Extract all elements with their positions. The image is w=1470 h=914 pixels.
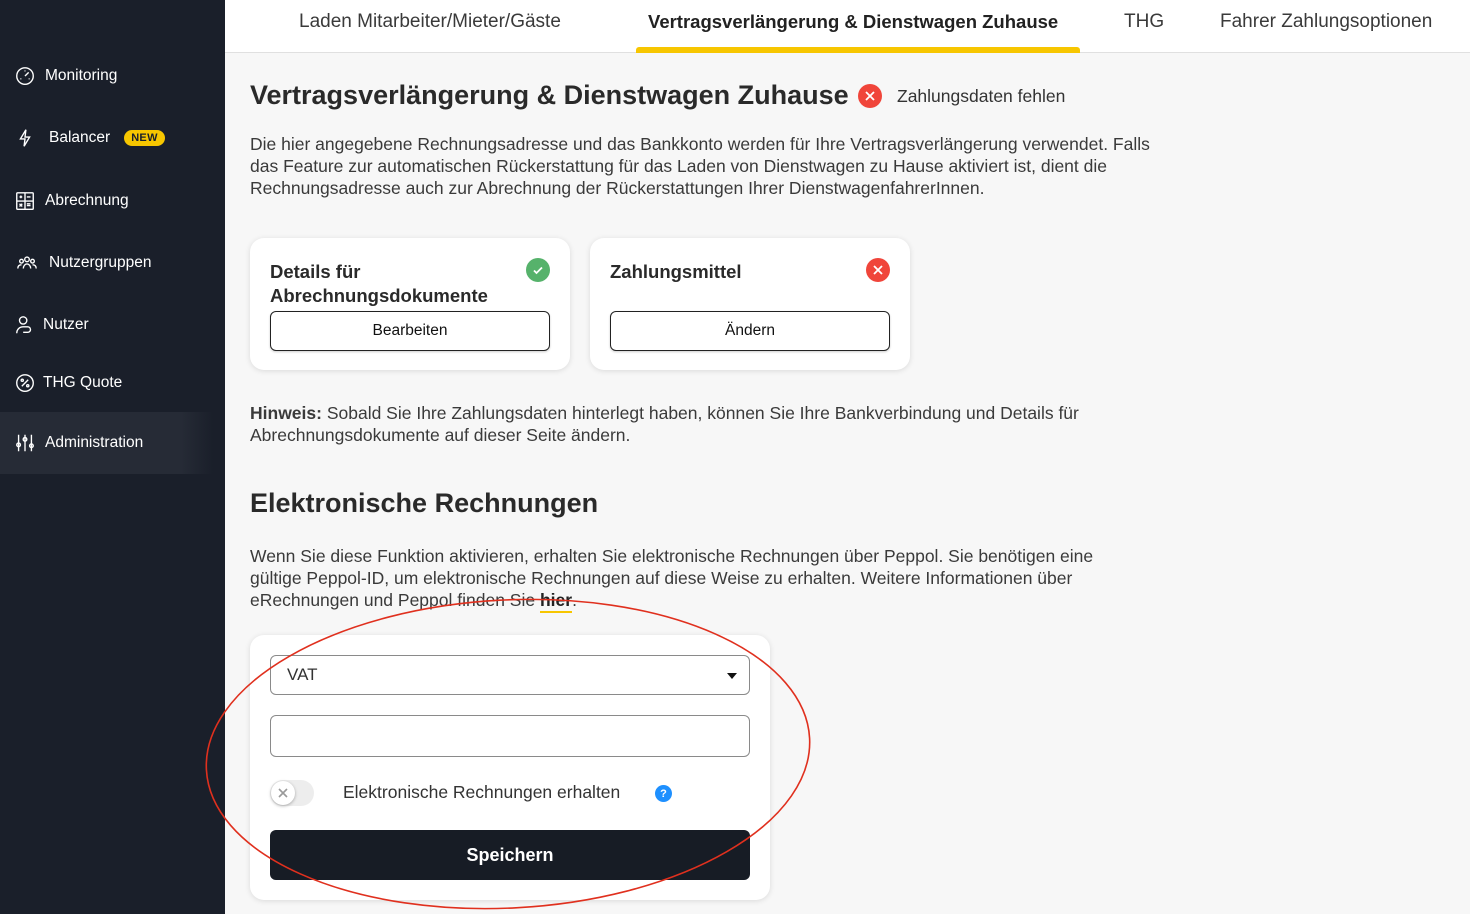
bolt-icon bbox=[13, 126, 37, 150]
sidebar-item-administration[interactable]: Administration bbox=[0, 412, 213, 474]
edit-button[interactable]: Bearbeiten bbox=[270, 311, 550, 351]
sidebar-item-label: Abrechnung bbox=[45, 192, 129, 209]
help-icon[interactable]: ? bbox=[655, 785, 672, 802]
check-icon bbox=[526, 258, 550, 282]
sidebar-item-label: Nutzer bbox=[43, 316, 89, 333]
hint-body: Sobald Sie Ihre Zahlungsdaten hinterlegt… bbox=[250, 403, 1079, 445]
payment-status: Zahlungsdaten fehlen bbox=[858, 84, 1065, 108]
hint-label: Hinweis: bbox=[250, 403, 322, 423]
calculator-icon bbox=[13, 189, 37, 213]
user-icon bbox=[13, 313, 37, 337]
einvoice-desc-end: . bbox=[572, 590, 577, 610]
new-badge: NEW bbox=[124, 130, 165, 146]
tab-fahrer-zahlungsoptionen[interactable]: Fahrer Zahlungsoptionen bbox=[1220, 0, 1432, 53]
gauge-icon bbox=[13, 64, 37, 88]
toggle-off-icon bbox=[271, 781, 295, 805]
einvoice-card: VAT Elektronische Rechnungen erhalten ? … bbox=[250, 635, 770, 900]
card-title: Details für Abrechnungsdokumente bbox=[270, 261, 488, 306]
einvoice-description: Wenn Sie diese Funktion aktivieren, erha… bbox=[250, 545, 1130, 613]
card-title: Zahlungsmittel bbox=[610, 261, 742, 282]
caret-down-icon bbox=[727, 673, 737, 679]
einvoice-title: Elektronische Rechnungen bbox=[250, 488, 599, 518]
tab-bar: Laden Mitarbeiter/Mieter/Gäste Vertragsv… bbox=[225, 0, 1470, 53]
sidebar-item-nutzer[interactable]: Nutzer bbox=[0, 296, 225, 354]
sidebar-item-label: Balancer bbox=[49, 129, 111, 146]
tab-thg[interactable]: THG bbox=[1124, 0, 1164, 53]
status-text: Zahlungsdaten fehlen bbox=[897, 85, 1066, 106]
sidebar-item-label: Nutzergruppen bbox=[49, 254, 152, 271]
tab-vertragsverlaengerung[interactable]: Vertragsverlängerung & Dienstwagen Zuhau… bbox=[648, 0, 1058, 53]
percent-icon bbox=[13, 371, 37, 395]
intro-text: Die hier angegebene Rechnungsadresse und… bbox=[250, 134, 1150, 198]
sidebar-item-label: Administration bbox=[45, 434, 144, 451]
toggle-label: Elektronische Rechnungen erhalten bbox=[343, 782, 621, 802]
change-button[interactable]: Ändern bbox=[610, 311, 890, 351]
hint-text: Hinweis: Sobald Sie Ihre Zahlungsdaten h… bbox=[250, 402, 1110, 446]
group-icon bbox=[15, 251, 39, 275]
active-tab-indicator bbox=[636, 47, 1080, 53]
sidebar-item-thg-quote[interactable]: THG Quote bbox=[0, 354, 225, 412]
error-icon bbox=[858, 84, 882, 108]
sidebar-item-label: Monitoring bbox=[45, 67, 118, 84]
page-title: Vertragsverlängerung & Dienstwagen Zuhau… bbox=[250, 80, 849, 110]
einvoice-desc-text: Wenn Sie diese Funktion aktivieren, erha… bbox=[250, 546, 1094, 610]
sidebar-item-nutzergruppen[interactable]: Nutzergruppen bbox=[0, 234, 225, 292]
id-type-select[interactable]: VAT bbox=[270, 655, 750, 695]
sidebar-item-balancer[interactable]: Balancer NEW bbox=[0, 109, 225, 167]
error-icon bbox=[866, 258, 890, 282]
tab-laden[interactable]: Laden Mitarbeiter/Mieter/Gäste bbox=[299, 0, 561, 53]
billing-details-card: Details für Abrechnungsdokumente Bearbei… bbox=[250, 238, 570, 370]
einvoice-toggle[interactable] bbox=[270, 780, 314, 806]
info-link[interactable]: hier bbox=[539, 590, 573, 613]
select-value: VAT bbox=[287, 665, 318, 684]
save-button[interactable]: Speichern bbox=[270, 830, 750, 880]
peppol-id-input[interactable] bbox=[270, 715, 750, 757]
sidebar-item-monitoring[interactable]: Monitoring bbox=[0, 47, 225, 105]
sidebar-item-label: THG Quote bbox=[43, 374, 123, 391]
sidebar: Monitoring Balancer NEW Abrechnung Nutze… bbox=[0, 0, 225, 914]
sidebar-item-abrechnung[interactable]: Abrechnung bbox=[0, 172, 225, 230]
payment-method-card: Zahlungsmittel Ändern bbox=[590, 238, 910, 370]
sliders-icon bbox=[13, 431, 37, 455]
